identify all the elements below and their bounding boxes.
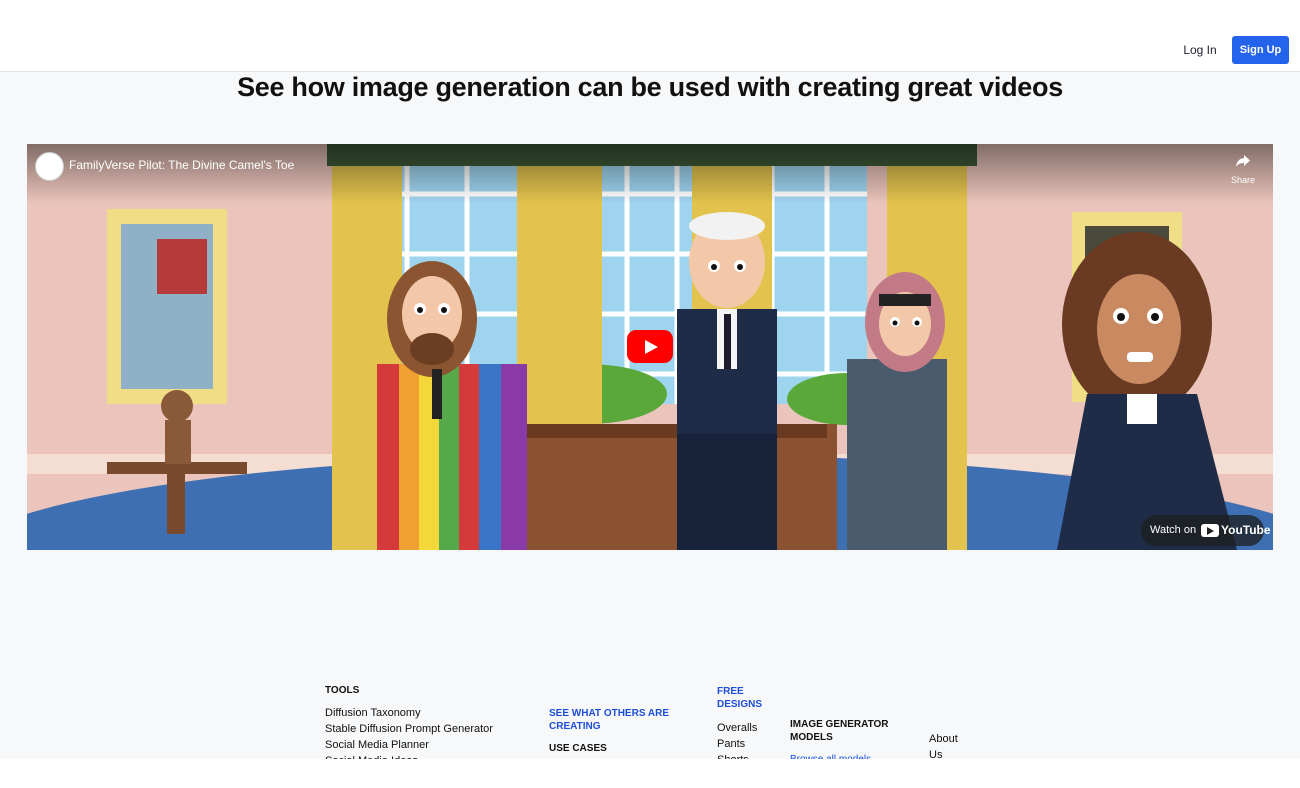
youtube-logo-icon [1201, 524, 1219, 537]
tools-link-social-media-planner[interactable]: Social Media Planner [325, 737, 429, 753]
youtube-wordmark: YouTube [1221, 523, 1271, 537]
design-link-overalls[interactable]: Overalls [717, 720, 757, 736]
share-button[interactable]: Share [1223, 154, 1263, 185]
share-label: Share [1230, 175, 1256, 185]
watch-on-label: Watch on [1150, 524, 1197, 536]
tools-link-diffusion-taxonomy[interactable]: Diffusion Taxonomy [325, 705, 421, 721]
video-title-bar: FamilyVerse Pilot: The Divine Camel's To… [27, 144, 1273, 204]
channel-avatar[interactable] [35, 152, 64, 181]
youtube-video-embed[interactable]: FamilyVerse Pilot: The Divine Camel's To… [27, 144, 1273, 550]
viewport-bottom-edge [0, 759, 1300, 788]
log-in-link[interactable]: Log In [1176, 36, 1224, 64]
design-link-pants[interactable]: Pants [717, 736, 745, 752]
see-others-creating-link[interactable]: SEE WHAT OTHERS ARE CREATING [549, 707, 679, 733]
video-title[interactable]: FamilyVerse Pilot: The Divine Camel's To… [69, 158, 294, 172]
sign-up-button[interactable]: Sign Up [1232, 36, 1289, 64]
free-designs-link[interactable]: FREE DESIGNS [717, 685, 772, 711]
tools-heading: TOOLS [325, 685, 360, 696]
tools-link-prompt-generator[interactable]: Stable Diffusion Prompt Generator [325, 721, 493, 737]
top-navigation-bar: Log In Sign Up [0, 0, 1300, 72]
image-generator-models-heading: IMAGE GENERATOR MODELS [790, 719, 889, 743]
share-icon [1236, 155, 1250, 167]
play-button[interactable] [627, 330, 673, 363]
use-cases-heading: USE CASES [549, 743, 607, 754]
watch-on-youtube-button[interactable]: Watch on YouTube [1141, 515, 1271, 546]
page-headline: See how image generation can be used wit… [237, 72, 1063, 102]
